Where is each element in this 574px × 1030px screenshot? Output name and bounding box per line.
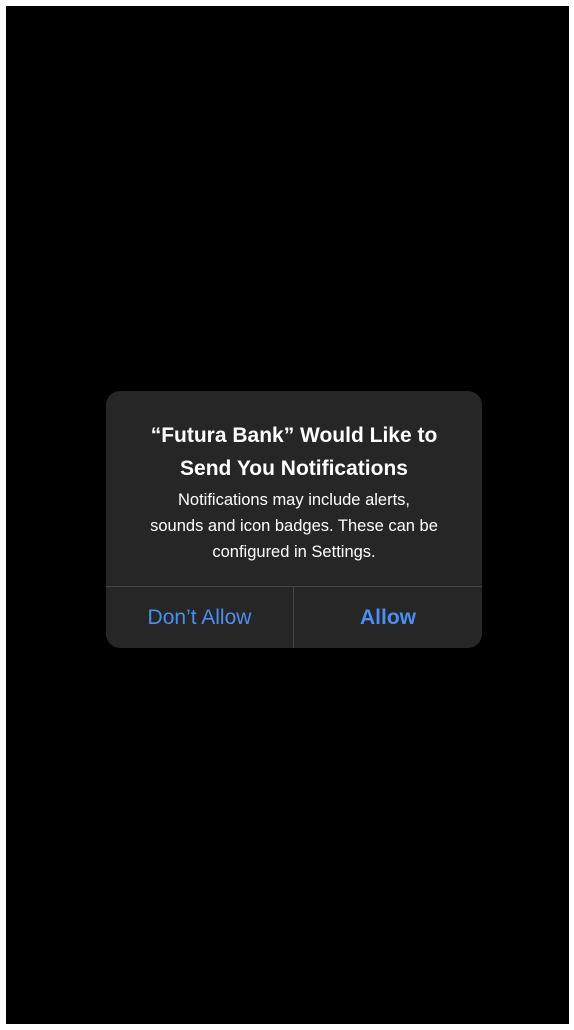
- alert-body: “Futura Bank” Would Like to Send You Not…: [106, 391, 482, 586]
- dont-allow-button[interactable]: Don’t Allow: [106, 587, 293, 648]
- alert-message: Notifications may include alerts, sounds…: [150, 491, 438, 561]
- allow-button[interactable]: Allow: [294, 587, 482, 648]
- alert-title: “Futura Bank” Would Like to Send You Not…: [150, 424, 438, 480]
- phone-screen: “Futura Bank” Would Like to Send You Not…: [6, 6, 569, 1024]
- notification-permission-alert: “Futura Bank” Would Like to Send You Not…: [106, 391, 482, 648]
